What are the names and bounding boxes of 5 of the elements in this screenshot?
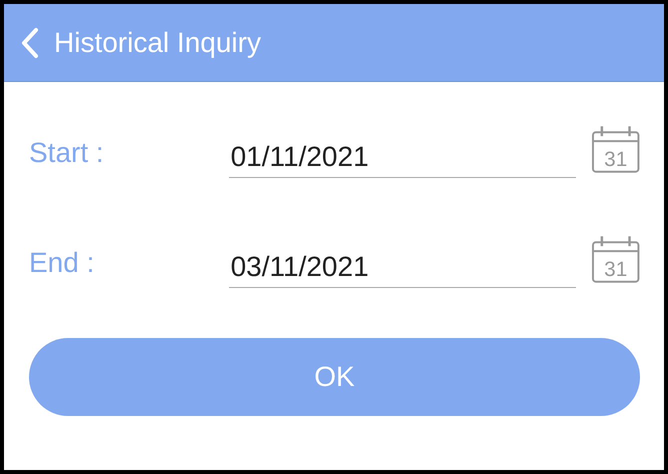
field-label: End : [29,246,96,279]
page-title: Historical Inquiry [54,26,261,58]
back-icon[interactable] [20,26,40,58]
field-label: Start : [29,136,105,169]
ok-button[interactable]: OK [29,338,640,416]
